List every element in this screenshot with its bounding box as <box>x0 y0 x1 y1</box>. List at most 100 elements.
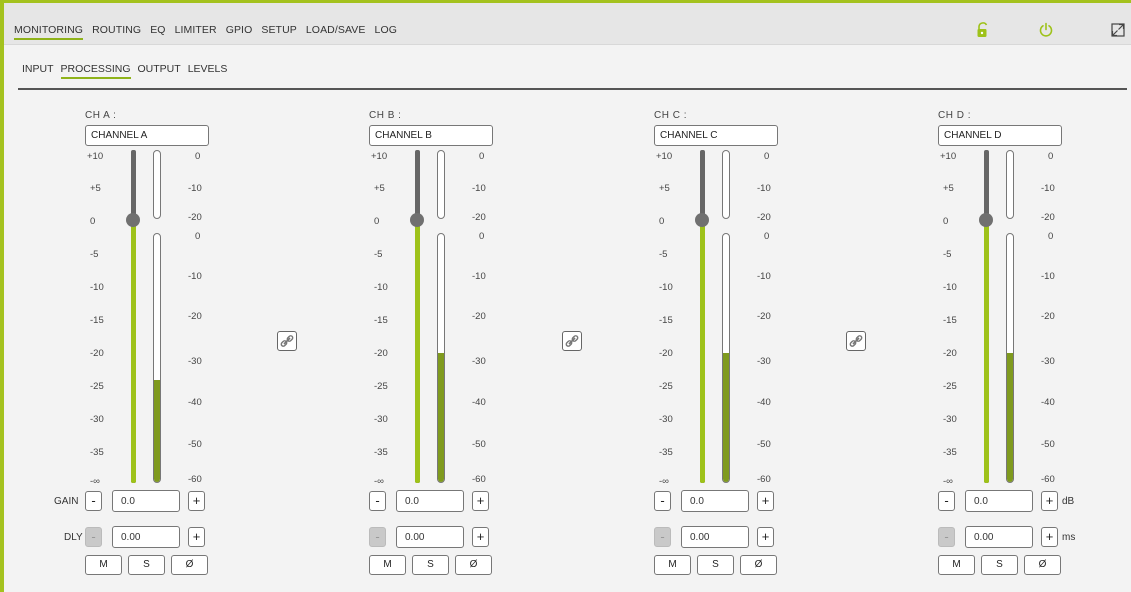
delay-plus-button[interactable]: + <box>472 527 489 547</box>
phase-invert-button[interactable]: Ø <box>1024 555 1061 575</box>
fader-scale-label: -15 <box>374 315 388 326</box>
mute-button[interactable]: M <box>369 555 406 575</box>
fader-scale-label: 0 <box>943 216 949 227</box>
fader-scale-label: -25 <box>659 381 673 392</box>
channel-name-field[interactable]: CHANNEL B <box>369 125 493 146</box>
phase-invert-button[interactable]: Ø <box>171 555 208 575</box>
meter-scale-label: -40 <box>1041 397 1055 408</box>
gain-minus-button[interactable]: - <box>369 491 386 511</box>
limiter-meter <box>437 150 445 219</box>
fader-scale-label: -10 <box>374 282 388 293</box>
gain-plus-button[interactable]: + <box>188 491 205 511</box>
meter-scale-label: -40 <box>757 397 771 408</box>
gain-plus-button[interactable]: + <box>472 491 489 511</box>
gain-field[interactable]: 0.0 <box>681 490 749 512</box>
meter-scale-label: -20 <box>472 311 486 322</box>
gain-field[interactable]: 0.0 <box>396 490 464 512</box>
fader-scale-label: +10 <box>656 151 673 162</box>
tab-processing[interactable]: PROCESSING <box>60 63 131 79</box>
solo-button[interactable]: S <box>697 555 734 575</box>
nav-eq[interactable]: EQ <box>150 24 165 40</box>
fullscreen-icon[interactable] <box>1110 22 1126 38</box>
fader-scale-label: -∞ <box>943 476 953 487</box>
fader-scale-label: -15 <box>943 315 957 326</box>
meter-scale-label: -20 <box>1041 311 1055 322</box>
gain-field[interactable]: 0.0 <box>965 490 1033 512</box>
nav-setup[interactable]: SETUP <box>261 24 297 40</box>
level-meter <box>437 233 445 483</box>
gain-unit: dB <box>1062 496 1075 507</box>
tab-input[interactable]: INPUT <box>22 63 54 79</box>
delay-field[interactable]: 0.00 <box>112 526 180 548</box>
fader-scale-label: -5 <box>90 249 99 260</box>
nav-monitoring[interactable]: MONITORING <box>14 24 84 40</box>
mute-button[interactable]: M <box>85 555 122 575</box>
nav-log[interactable]: LOG <box>375 24 397 40</box>
meter-scale-label: -50 <box>757 439 771 450</box>
power-icon[interactable] <box>1038 22 1054 38</box>
level-meter-fill <box>438 353 444 482</box>
delay-minus-button[interactable]: - <box>654 527 671 547</box>
fader-scale-label: -35 <box>659 447 673 458</box>
mute-button[interactable]: M <box>938 555 975 575</box>
delay-minus-button[interactable]: - <box>369 527 386 547</box>
fader-scale-label: -∞ <box>374 476 384 487</box>
nav-gpio[interactable]: GPIO <box>226 24 253 40</box>
delay-plus-button[interactable]: + <box>188 527 205 547</box>
unlock-icon[interactable] <box>975 22 991 38</box>
nav-limiter[interactable]: LIMITER <box>175 24 217 40</box>
link-cd-button[interactable] <box>846 331 866 351</box>
limiter-scale-label: 0 <box>764 151 770 162</box>
delay-field[interactable]: 0.00 <box>396 526 464 548</box>
gain-fader-knob[interactable] <box>979 213 993 227</box>
mute-button[interactable]: M <box>654 555 691 575</box>
delay-plus-button[interactable]: + <box>1041 527 1058 547</box>
link-ab-button[interactable] <box>277 331 297 351</box>
gain-plus-button[interactable]: + <box>1041 491 1058 511</box>
fader-scale-label: -5 <box>659 249 668 260</box>
link-bc-button[interactable] <box>562 331 582 351</box>
phase-invert-button[interactable]: Ø <box>455 555 492 575</box>
fader-scale-label: 0 <box>90 216 96 227</box>
meter-scale-label: -60 <box>757 474 771 485</box>
channel-name-field[interactable]: CHANNEL D <box>938 125 1062 146</box>
nav-routing[interactable]: ROUTING <box>92 24 141 40</box>
solo-button[interactable]: S <box>412 555 449 575</box>
fader-scale-label: -25 <box>90 381 104 392</box>
meter-scale-label: -60 <box>472 474 486 485</box>
level-meter <box>153 233 161 483</box>
delay-plus-button[interactable]: + <box>757 527 774 547</box>
delay-minus-button[interactable]: - <box>85 527 102 547</box>
channel-name-field[interactable]: CHANNEL A <box>85 125 209 146</box>
delay-field[interactable]: 0.00 <box>681 526 749 548</box>
channel-strip: CH D : CHANNEL D +10 +5 0 -5 -10 -15 -20 -25 -30 -3… <box>920 100 1131 580</box>
delay-minus-button[interactable]: - <box>938 527 955 547</box>
channel-name-field[interactable]: CHANNEL C <box>654 125 778 146</box>
tab-output[interactable]: OUTPUT <box>138 63 181 79</box>
solo-button[interactable]: S <box>981 555 1018 575</box>
gain-fader-knob[interactable] <box>126 213 140 227</box>
solo-button[interactable]: S <box>128 555 165 575</box>
channel-label: CH D : <box>938 110 971 121</box>
gain-minus-button[interactable]: - <box>85 491 102 511</box>
delay-field[interactable]: 0.00 <box>965 526 1033 548</box>
nav-load-save[interactable]: LOAD/SAVE <box>306 24 366 40</box>
top-bar: MONITORING ROUTING EQ LIMITER GPIO SETUP… <box>4 3 1131 45</box>
fader-scale-label: -5 <box>374 249 383 260</box>
phase-invert-button[interactable]: Ø <box>740 555 777 575</box>
meter-scale-label: -60 <box>1041 474 1055 485</box>
fader-scale-label: 0 <box>374 216 380 227</box>
gain-minus-button[interactable]: - <box>938 491 955 511</box>
gain-fader-knob[interactable] <box>410 213 424 227</box>
tab-levels[interactable]: LEVELS <box>188 63 228 79</box>
link-icon <box>280 335 294 347</box>
fader-scale-label: -35 <box>90 447 104 458</box>
gain-minus-button[interactable]: - <box>654 491 671 511</box>
fader-level <box>131 220 136 483</box>
meter-scale-label: -30 <box>757 356 771 367</box>
meter-scale-label: 0 <box>1048 231 1054 242</box>
gain-field[interactable]: 0.0 <box>112 490 180 512</box>
gain-plus-button[interactable]: + <box>757 491 774 511</box>
gain-fader-knob[interactable] <box>695 213 709 227</box>
main-nav: MONITORING ROUTING EQ LIMITER GPIO SETUP… <box>14 24 397 40</box>
